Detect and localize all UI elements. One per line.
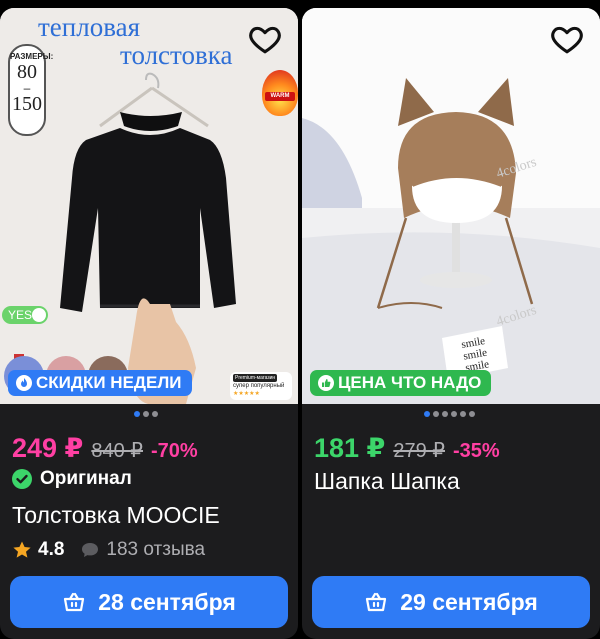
promo-badge: ЦЕНА ЧТО НАДО (310, 370, 492, 396)
rating-row[interactable]: 4.8 183 отзыва (12, 539, 205, 561)
premium-stars: ★★★★★ (233, 391, 260, 397)
delivery-date: 28 сентября (98, 588, 236, 615)
add-to-cart-button[interactable]: 28 сентября (10, 576, 288, 628)
check-circle-icon (12, 469, 32, 489)
star-icon (13, 541, 31, 558)
basket-icon (64, 592, 85, 612)
carousel-indicator (134, 411, 158, 419)
carousel-indicator (424, 411, 475, 419)
favorite-heart-icon[interactable] (248, 22, 282, 56)
badge-label: ЦЕНА ЧТО НАДО (338, 373, 482, 392)
watermark-line2: толстовка (120, 40, 233, 70)
carousel-dot (451, 411, 457, 417)
sizes-from: 80 (17, 61, 37, 83)
add-to-cart-button[interactable]: 29 сентября (312, 576, 590, 628)
badge-label: СКИДКИ НЕДЕЛИ (36, 373, 182, 392)
carousel-dot-active (134, 411, 140, 417)
favorite-heart-icon[interactable] (550, 22, 584, 56)
product-photo[interactable]: smile smile smile 4colors 4colors ЦЕНА Ч… (302, 8, 600, 404)
product-title[interactable]: Толстовка MOOCIE (12, 502, 220, 529)
sizes-dash: – (23, 81, 31, 95)
flame-icon: WARM (262, 70, 298, 116)
carousel-dot (442, 411, 448, 417)
promo-badge: СКИДКИ НЕДЕЛИ (8, 370, 192, 396)
fire-icon (16, 375, 32, 391)
thumbs-up-icon (318, 375, 334, 391)
carousel-dot (460, 411, 466, 417)
price-row: 181 ₽ 279 ₽ -35% (314, 433, 500, 464)
delivery-date: 29 сентября (400, 588, 538, 615)
product-photo[interactable]: тепловая толстовка РАЗМЕРЫ: 80 – 150 WAR… (0, 8, 298, 404)
carousel-dot (143, 411, 149, 417)
product-card-hat[interactable]: smile smile smile 4colors 4colors ЦЕНА Ч… (302, 8, 600, 639)
rating-value: 4.8 (38, 539, 65, 560)
original-label: Оригинал (40, 468, 132, 489)
yes-toggle-sticker: YES (2, 306, 48, 324)
sizes-to: 150 (12, 93, 42, 115)
discount-percent: -35% (453, 440, 500, 462)
hat-image: smile smile smile 4colors 4colors (302, 8, 600, 404)
old-price: 840 ₽ (91, 440, 143, 462)
carousel-dot (152, 411, 158, 417)
current-price: 249 ₽ (12, 433, 84, 463)
basket-icon (366, 592, 387, 612)
comment-icon (82, 543, 99, 557)
carousel-dot (433, 411, 439, 417)
discount-percent: -70% (151, 440, 198, 462)
premium-tag: Premium-магазин (233, 374, 278, 382)
old-price: 279 ₽ (393, 440, 445, 462)
premium-store-sticker: Premium-магазин супер популярный ★★★★★ (230, 372, 292, 400)
flame-label: WARM (265, 92, 295, 101)
reviews-count: 183 отзыва (106, 539, 206, 560)
premium-text: супер популярный (233, 383, 285, 389)
current-price: 181 ₽ (314, 433, 386, 463)
sizes-header: РАЗМЕРЫ: (10, 52, 54, 61)
price-row: 249 ₽ 840 ₽ -70% (12, 433, 198, 464)
size-range-sticker: РАЗМЕРЫ: 80 – 150 (8, 44, 54, 136)
watermark-line1: тепловая (38, 12, 141, 42)
carousel-dot-active (424, 411, 430, 417)
original-badge: Оригинал (12, 468, 132, 490)
product-title[interactable]: Шапка Шапка (314, 468, 460, 495)
product-card-hoodie[interactable]: тепловая толстовка РАЗМЕРЫ: 80 – 150 WAR… (0, 8, 298, 639)
carousel-dot (469, 411, 475, 417)
